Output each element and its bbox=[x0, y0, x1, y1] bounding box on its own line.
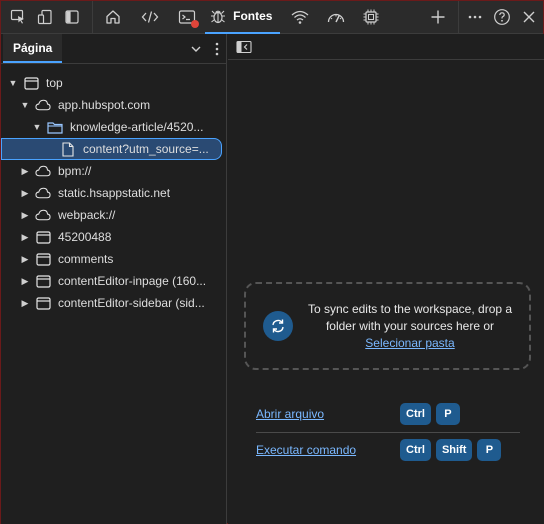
workspace-dropzone[interactable]: To sync edits to the workspace, drop a f… bbox=[244, 282, 531, 370]
tree-item[interactable]: ▼ app.hubspot.com bbox=[1, 94, 226, 116]
top-toolbar: Fontes bbox=[1, 0, 543, 34]
dropzone-message: To sync edits to the workspace, drop a f… bbox=[307, 301, 513, 333]
tree-item-label: webpack:// bbox=[58, 208, 116, 222]
tree-item[interactable]: ▶ comments bbox=[1, 248, 226, 270]
add-tool-icon[interactable] bbox=[425, 3, 452, 31]
more-icon[interactable] bbox=[461, 3, 488, 31]
frame-icon bbox=[35, 230, 51, 244]
shortcut-open-file: Abrir arquivo Ctrl P bbox=[256, 396, 520, 432]
tab-page[interactable]: Página bbox=[3, 34, 63, 63]
console-icon[interactable] bbox=[174, 3, 201, 31]
tree-item-label: contentEditor-sidebar (sid... bbox=[58, 296, 205, 310]
open-file-keys: Ctrl P bbox=[400, 403, 460, 425]
tab-sources-label: Fontes bbox=[233, 9, 273, 23]
show-navigator-icon[interactable] bbox=[236, 40, 252, 54]
tree-item-label: comments bbox=[58, 252, 114, 266]
navigator-panel: Página ▼ top ▼ app.hubspot.com ▼ knowledge-ar… bbox=[1, 34, 227, 524]
tree-item[interactable]: content?utm_source=... bbox=[1, 138, 222, 160]
tree-item[interactable]: ▶ contentEditor-inpage (160... bbox=[1, 270, 226, 292]
select-folder-link[interactable]: Selecionar pasta bbox=[365, 336, 454, 350]
memory-chip-icon[interactable] bbox=[357, 3, 384, 31]
expanded-arrow-icon[interactable]: ▼ bbox=[19, 100, 31, 110]
toggle-sidebar-icon[interactable] bbox=[59, 3, 86, 31]
more-vertical-icon[interactable] bbox=[214, 42, 220, 56]
run-command-link[interactable]: Executar comando bbox=[256, 443, 400, 457]
collapsed-arrow-icon[interactable]: ▶ bbox=[19, 276, 31, 287]
tree-item[interactable]: ▶ 45200488 bbox=[1, 226, 226, 248]
inspect-element-icon[interactable] bbox=[4, 3, 31, 31]
sources-bug-icon bbox=[209, 7, 227, 25]
editor-toolbar bbox=[228, 34, 544, 60]
cloud-icon bbox=[35, 208, 51, 222]
tree-item-label: static.hsappstatic.net bbox=[58, 186, 171, 200]
key-cap: P bbox=[435, 403, 460, 425]
file-tree: ▼ top ▼ app.hubspot.com ▼ knowledge-article/4… bbox=[1, 72, 226, 314]
tree-item-label: app.hubspot.com bbox=[58, 98, 151, 112]
expanded-arrow-icon[interactable]: ▼ bbox=[31, 122, 43, 132]
editor-panel: To sync edits to the workspace, drop a f… bbox=[228, 34, 544, 524]
help-icon[interactable] bbox=[488, 3, 515, 31]
device-emulation-icon[interactable] bbox=[31, 3, 58, 31]
cloud-icon bbox=[35, 98, 51, 112]
navigator-tabbar: Página bbox=[1, 34, 226, 64]
tree-item-label: content?utm_source=... bbox=[83, 142, 209, 156]
elements-code-icon[interactable] bbox=[136, 3, 163, 31]
key-cap: Ctrl bbox=[400, 403, 431, 425]
expanded-arrow-icon[interactable]: ▼ bbox=[7, 78, 19, 88]
toolbar-divider bbox=[92, 0, 94, 34]
frame-icon bbox=[35, 296, 51, 310]
tree-item-label: top bbox=[46, 76, 63, 90]
tab-page-label: Página bbox=[13, 40, 53, 55]
close-icon[interactable] bbox=[516, 3, 543, 31]
key-cap: Shift bbox=[435, 439, 473, 461]
tree-item-label: 45200488 bbox=[58, 230, 112, 244]
collapsed-arrow-icon[interactable]: ▶ bbox=[19, 232, 31, 243]
key-cap: P bbox=[477, 439, 502, 461]
collapsed-arrow-icon[interactable]: ▶ bbox=[19, 188, 31, 199]
shortcut-run-command: Executar comando Ctrl Shift P bbox=[256, 432, 520, 468]
performance-icon[interactable] bbox=[322, 3, 349, 31]
network-wifi-icon[interactable] bbox=[286, 3, 313, 31]
collapsed-arrow-icon[interactable]: ▶ bbox=[19, 254, 31, 265]
sync-icon bbox=[263, 311, 293, 341]
tree-item[interactable]: ▶ contentEditor-sidebar (sid... bbox=[1, 292, 226, 314]
tree-item-label: contentEditor-inpage (160... bbox=[58, 274, 207, 288]
frame-icon bbox=[23, 76, 39, 90]
tree-item[interactable]: ▶ webpack:// bbox=[1, 204, 226, 226]
cloud-icon bbox=[35, 164, 51, 178]
open-file-link[interactable]: Abrir arquivo bbox=[256, 407, 400, 421]
tree-item[interactable]: ▼ top bbox=[1, 72, 226, 94]
tree-item-label: knowledge-article/4520... bbox=[70, 120, 204, 134]
tree-item[interactable]: ▶ static.hsappstatic.net bbox=[1, 182, 226, 204]
home-icon[interactable] bbox=[99, 3, 126, 31]
toolbar-divider bbox=[457, 0, 459, 34]
folder-icon bbox=[47, 120, 63, 134]
error-badge bbox=[191, 20, 200, 28]
tree-item-label: bpm:// bbox=[58, 164, 92, 178]
dropzone-text: To sync edits to the workspace, drop a f… bbox=[303, 301, 517, 352]
collapsed-arrow-icon[interactable]: ▶ bbox=[19, 166, 31, 177]
devtools-window: Fontes Página ▼ top ▼ app.hubspot.com ▼ … bbox=[0, 0, 544, 524]
run-command-keys: Ctrl Shift P bbox=[400, 439, 502, 461]
frame-icon bbox=[35, 274, 51, 288]
tree-item[interactable]: ▼ knowledge-article/4520... bbox=[1, 116, 226, 138]
tab-sources[interactable]: Fontes bbox=[205, 1, 281, 34]
chevron-down-icon[interactable] bbox=[190, 43, 202, 55]
cloud-icon bbox=[35, 186, 51, 200]
collapsed-arrow-icon[interactable]: ▶ bbox=[19, 210, 31, 221]
tree-item[interactable]: ▶ bpm:// bbox=[1, 160, 226, 182]
file-icon bbox=[60, 141, 76, 157]
frame-icon bbox=[35, 252, 51, 266]
key-cap: Ctrl bbox=[400, 439, 431, 461]
collapsed-arrow-icon[interactable]: ▶ bbox=[19, 298, 31, 309]
